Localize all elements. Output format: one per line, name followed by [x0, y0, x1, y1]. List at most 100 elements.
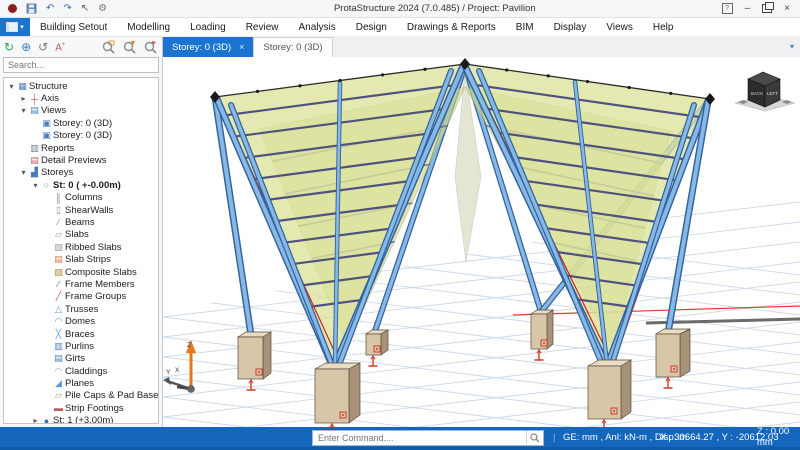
rotate-icon[interactable]: ↺: [38, 41, 48, 53]
save-icon[interactable]: [26, 3, 37, 14]
tab-list-caret-icon[interactable]: ▾: [790, 42, 794, 51]
command-input[interactable]: [313, 432, 526, 443]
tree-item-braces[interactable]: ╳ Braces: [4, 328, 158, 340]
tree-item-st-0-0-00m[interactable]: ▾ ○ St: 0 ( +-0.00m): [4, 179, 158, 191]
search-box: [3, 57, 159, 73]
minimize-icon[interactable]: –: [745, 3, 751, 14]
tree-item-purlins[interactable]: ▥ Purlins: [4, 340, 158, 352]
tree-item-pile-caps-pad-bases[interactable]: ▱ Pile Caps & Pad Bases: [4, 390, 158, 402]
tab-storey-0-3d-active[interactable]: Storey: 0 (3D) ×: [163, 37, 254, 57]
tree-item-strip-footings[interactable]: ▬ Strip Footings: [4, 402, 158, 414]
tab-storey-0-3d-inactive[interactable]: Storey: 0 (3D): [253, 37, 333, 57]
tree-item-storey-0-3d[interactable]: ▣ Storey: 0 (3D): [4, 117, 158, 129]
slabs-icon: ▱: [55, 229, 62, 240]
tree-item-slab-strips[interactable]: ▤ Slab Strips: [4, 253, 158, 265]
composite-slabs-icon: ▧: [54, 266, 63, 277]
tree-item-label: Slab Strips: [65, 254, 111, 266]
menu-modelling[interactable]: Modelling: [117, 22, 180, 33]
menu-loading[interactable]: Loading: [180, 22, 236, 33]
app-menu-button[interactable]: ▾: [0, 18, 30, 36]
tab-close-icon[interactable]: ×: [239, 42, 244, 52]
tree-item-label: Pile Caps & Pad Bases: [65, 390, 159, 402]
menu-help[interactable]: Help: [643, 22, 684, 33]
tree-item-label: Trusses: [65, 303, 99, 315]
redo-icon[interactable]: ↷: [63, 3, 71, 14]
tree-item-label: Beams: [65, 216, 95, 228]
tree-item-composite-slabs[interactable]: ▧ Composite Slabs: [4, 266, 158, 278]
tree-item-slabs[interactable]: ▱ Slabs: [4, 229, 158, 241]
menu-analysis[interactable]: Analysis: [288, 22, 345, 33]
storey-0-3d-icon: ▣: [42, 130, 51, 141]
tree-item-shearwalls[interactable]: ▯ ShearWalls: [4, 204, 158, 216]
globe-icon[interactable]: ⊕: [21, 41, 31, 53]
zoom-in-icon[interactable]: [123, 40, 137, 54]
window-title: ProtaStructure 2024 (7.0.485) / Project:…: [333, 3, 536, 14]
app-logo-icon[interactable]: [8, 4, 17, 13]
tree-item-planes[interactable]: ◢ Planes: [4, 377, 158, 389]
expander-icon[interactable]: ▸: [31, 416, 40, 423]
trusses-icon: △: [55, 303, 62, 314]
close-icon[interactable]: ×: [784, 3, 790, 14]
tree-item-ribbed-slabs[interactable]: ▨ Ribbed Slabs: [4, 241, 158, 253]
undo-icon[interactable]: ↶: [46, 3, 54, 14]
tree-item-st-1-3-00m[interactable]: ▸ ● St: 1 (+3.00m): [4, 415, 158, 423]
help-window-icon[interactable]: ?: [721, 3, 733, 14]
title-bar: ↶ ↷ ↖ ⚙ ProtaStructure 2024 (7.0.485) / …: [0, 0, 800, 18]
expander-icon[interactable]: ▾: [19, 106, 28, 115]
tree-item-frame-members[interactable]: ∕ Frame Members: [4, 278, 158, 290]
frame-members-icon: ∕: [57, 279, 60, 290]
cube-back-face-label: BACK: [751, 91, 763, 96]
restore-icon[interactable]: [762, 2, 775, 13]
tree-item-label: St: 0 ( +-0.00m): [53, 179, 121, 191]
tree-item-beams[interactable]: ∕ Beams: [4, 216, 158, 228]
zoom-window-icon[interactable]: [102, 40, 116, 54]
tree-item-reports[interactable]: ▥ Reports: [4, 142, 158, 154]
command-box: [312, 429, 544, 446]
expander-icon[interactable]: ▸: [19, 94, 28, 103]
tree-item-axis[interactable]: ▸ ┼ Axis: [4, 92, 158, 104]
hamburger-icon: [6, 22, 19, 32]
expander-icon[interactable]: ▾: [19, 168, 28, 177]
tree-item-columns[interactable]: ║ Columns: [4, 192, 158, 204]
tree-item-claddings[interactable]: ◠ Claddings: [4, 365, 158, 377]
z-axis-label: Z: [187, 342, 192, 349]
tree-item-domes[interactable]: ◠ Domes: [4, 315, 158, 327]
select-cursor-icon[interactable]: ↖: [81, 3, 89, 14]
tree-item-label: Girts: [65, 353, 86, 365]
tree-item-label: Frame Groups: [65, 291, 127, 303]
menu-review[interactable]: Review: [236, 22, 289, 33]
menu-display[interactable]: Display: [544, 22, 597, 33]
domes-icon: ◠: [54, 316, 63, 327]
expander-icon[interactable]: ▾: [31, 181, 40, 190]
tree-item-detail-previews[interactable]: ▤ Detail Previews: [4, 154, 158, 166]
menu-building-setout[interactable]: Building Setout: [30, 22, 117, 33]
scene-canvas[interactable]: Z Y X BACK LEFT: [163, 57, 800, 435]
tree-item-trusses[interactable]: △ Trusses: [4, 303, 158, 315]
tab-label: Storey: 0 (3D): [172, 41, 232, 53]
tree-item-label: Detail Previews: [41, 155, 107, 167]
search-input[interactable]: [4, 60, 158, 70]
expander-icon[interactable]: ▾: [7, 82, 16, 91]
menu-views[interactable]: Views: [596, 22, 643, 33]
tree-item-storey-0-3d[interactable]: ▣ Storey: 0 (3D): [4, 130, 158, 142]
tree-item-label: Strip Footings: [65, 402, 124, 414]
tree-item-girts[interactable]: ▤ Girts: [4, 353, 158, 365]
menu-design[interactable]: Design: [346, 22, 397, 33]
tree-item-views[interactable]: ▾ ▤ Views: [4, 105, 158, 117]
annotate-icon[interactable]: A+: [55, 39, 65, 54]
tree-item-label: Frame Members: [65, 278, 135, 290]
tree-item-storeys[interactable]: ▾ ▟ Storeys: [4, 167, 158, 179]
refresh-icon[interactable]: ↻: [4, 41, 14, 53]
tree-item-label: Columns: [65, 192, 103, 204]
model-tree-panel: ↻ ⊕ ↺ A+ ▾▦Structure▸┼Axis▾▤Views▣Storey…: [0, 37, 163, 427]
command-search-icon[interactable]: [526, 431, 543, 444]
settings-gear-icon[interactable]: ⚙: [98, 3, 107, 14]
storeys-icon: ▟: [31, 167, 38, 178]
viewport-3d[interactable]: Z Y X BACK LEFT: [163, 57, 800, 435]
tree-item-label: Views: [41, 105, 67, 117]
menu-bim[interactable]: BIM: [506, 22, 544, 33]
zoom-reset-icon[interactable]: [144, 40, 158, 54]
tree-item-frame-groups[interactable]: ╱ Frame Groups: [4, 291, 158, 303]
tree-item-structure[interactable]: ▾ ▦ Structure: [4, 80, 158, 92]
menu-drawings-reports[interactable]: Drawings & Reports: [397, 22, 506, 33]
